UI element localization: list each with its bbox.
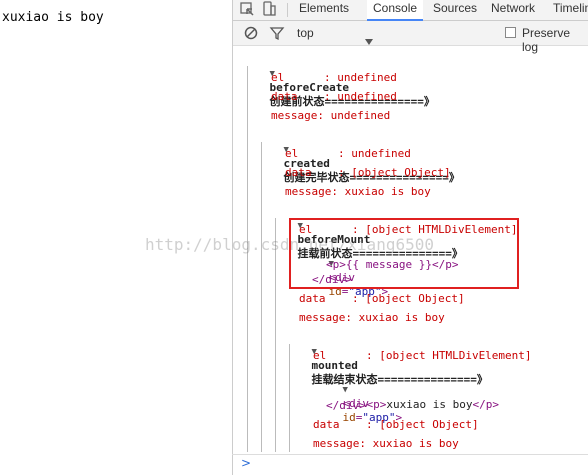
devtools-toolbar: Elements Console Sources Network Timelin [233,0,588,21]
preserve-log-checkbox[interactable] [505,27,516,38]
preserve-log-label: Preserve log [522,26,571,54]
tag-open: <p> [366,398,387,411]
toolbar-divider [287,3,288,17]
tab-timeline[interactable]: Timelin [553,0,588,19]
annotation-highlight-box [289,218,519,289]
log-data: data : undefined [271,90,397,103]
filter-icon[interactable] [269,25,285,41]
tab-elements[interactable]: Elements [299,0,361,19]
log-message: message: undefined [271,109,391,122]
log-data: data : [object Object] [313,418,479,431]
page-viewport: xuxiao is boy [0,0,232,475]
console-filter-bar: top Preserve log [233,21,588,54]
inspect-element-icon[interactable] [239,1,255,17]
console-input-divider [232,454,588,455]
log-data: data : [object Object] [285,166,451,179]
dom-node-close: </div> [326,399,366,412]
log-message: message: xuxiao is boy [313,437,459,450]
tag-close: </p> [472,398,499,411]
console-prompt[interactable]: > [241,456,251,470]
tab-sources[interactable]: Sources [433,0,485,19]
tab-network[interactable]: Network [491,0,545,19]
device-toolbar-icon[interactable] [261,1,277,17]
clear-console-icon[interactable] [243,25,259,41]
tab-console[interactable]: Console [367,0,423,21]
group-guide-line [247,66,248,452]
log-el: el : undefined [285,147,411,160]
context-selector[interactable]: top [297,26,314,40]
log-el: el : undefined [271,71,397,84]
app-message: xuxiao is boy [2,10,104,25]
log-el: el : [object HTMLDivElement] [313,349,532,362]
node-text: xuxiao is boy [386,398,473,411]
log-message: message: xuxiao is boy [285,185,431,198]
context-dropdown-icon[interactable] [365,30,373,49]
log-message: message: xuxiao is boy [299,311,445,324]
log-data: data : [object Object] [299,292,465,305]
